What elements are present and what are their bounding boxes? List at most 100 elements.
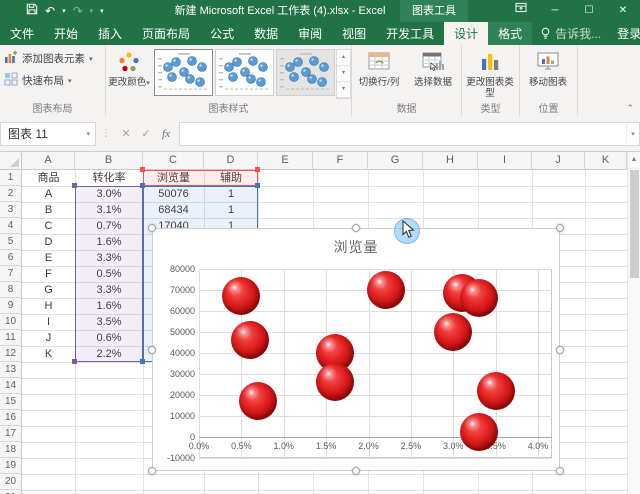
save-icon[interactable] (26, 0, 38, 22)
cell-A11[interactable]: J (22, 330, 75, 346)
bubble-J[interactable] (231, 321, 269, 359)
row-header-17[interactable]: 17 (0, 426, 22, 442)
row-header-14[interactable]: 14 (0, 378, 22, 394)
minimize-icon[interactable]: ─ (538, 0, 572, 22)
row-header-9[interactable]: 9 (0, 298, 22, 314)
column-header-G[interactable]: G (368, 152, 423, 170)
column-header-J[interactable]: J (532, 152, 585, 170)
chart-selection-handle[interactable] (352, 224, 360, 232)
cell-D2[interactable]: 1 (204, 186, 258, 202)
chart-selection-handle[interactable] (148, 224, 156, 232)
column-header-E[interactable]: E (258, 152, 313, 170)
column-header-I[interactable]: I (478, 152, 532, 170)
cell-B9[interactable]: 1.6% (75, 298, 143, 314)
column-header-D[interactable]: D (204, 152, 258, 170)
row-header-6[interactable]: 6 (0, 250, 22, 266)
add-chart-element-button[interactable]: 添加图表元素 ▾ (4, 50, 101, 67)
row-header-11[interactable]: 11 (0, 330, 22, 346)
row-header-19[interactable]: 19 (0, 458, 22, 474)
chart-style-thumbnail-1[interactable] (154, 49, 213, 96)
vertical-scrollbar[interactable]: ▲ (627, 152, 640, 494)
cell-A10[interactable]: I (22, 314, 75, 330)
cell-B10[interactable]: 3.5% (75, 314, 143, 330)
chart-selection-handle[interactable] (556, 467, 564, 475)
cell-C3[interactable]: 68434 (143, 202, 204, 218)
tab-页面布局[interactable]: 页面布局 (132, 22, 200, 45)
bubble-K[interactable] (367, 271, 405, 309)
redo-icon[interactable]: ↷ (73, 0, 83, 22)
cell-B1[interactable]: 转化率 (75, 170, 143, 186)
cell-A5[interactable]: D (22, 234, 75, 250)
chart-title[interactable]: 浏览量 (153, 237, 559, 257)
maximize-icon[interactable]: ☐ (572, 0, 606, 22)
cell-B4[interactable]: 0.7% (75, 218, 143, 234)
row-header-21[interactable]: 21 (0, 490, 22, 494)
close-icon[interactable]: ✕ (606, 0, 640, 22)
row-header-18[interactable]: 18 (0, 442, 22, 458)
bubble-A[interactable] (434, 313, 472, 351)
name-box[interactable]: 图表 11 ▾ (0, 122, 96, 146)
row-header-4[interactable]: 4 (0, 218, 22, 234)
column-header-A[interactable]: A (22, 152, 75, 170)
select-data-button[interactable]: 选择数据 (406, 45, 460, 88)
gallery-more-icon[interactable]: ▾ (337, 82, 350, 98)
cell-D3[interactable]: 1 (204, 202, 258, 218)
cell-B12[interactable]: 2.2% (75, 346, 143, 362)
chart-selection-handle[interactable] (148, 346, 156, 354)
tab-审阅[interactable]: 审阅 (288, 22, 332, 45)
move-chart-button[interactable]: 移动图表 (520, 45, 576, 88)
switch-row-column-button[interactable]: 切换行/列 (352, 45, 406, 88)
column-header-H[interactable]: H (423, 152, 478, 170)
formula-bar-expand-icon[interactable]: ▾ (626, 122, 640, 146)
gallery-down-icon[interactable]: ▾ (337, 66, 350, 82)
redo-caret-icon[interactable]: ▾ (90, 7, 94, 15)
cell-C2[interactable]: 50076 (143, 186, 204, 202)
customize-qat-icon[interactable]: ▾ (100, 7, 104, 15)
tab-格式[interactable]: 格式 (488, 22, 532, 45)
cell-B6[interactable]: 3.3% (75, 250, 143, 266)
bubble-G[interactable] (460, 413, 498, 451)
tab-文件[interactable]: 文件 (0, 22, 44, 45)
bubble-H[interactable] (316, 363, 354, 401)
cell-A2[interactable]: A (22, 186, 75, 202)
change-chart-type-button[interactable]: 更改图表类型 (462, 45, 518, 99)
cell-B2[interactable]: 3.0% (75, 186, 143, 202)
tab-开始[interactable]: 开始 (44, 22, 88, 45)
change-colors-button[interactable]: 更改颜色▾ (106, 45, 152, 89)
cell-B5[interactable]: 1.6% (75, 234, 143, 250)
scroll-up-icon[interactable]: ▲ (628, 152, 640, 169)
column-header-B[interactable]: B (75, 152, 143, 170)
row-header-10[interactable]: 10 (0, 314, 22, 330)
cell-D1[interactable]: 辅助 (204, 170, 258, 186)
bubble-chart[interactable]: 浏览量0.0%0.5%1.0%1.5%2.0%2.5%3.0%3.5%4.0%-… (152, 228, 560, 471)
tab-视图[interactable]: 视图 (332, 22, 376, 45)
tab-开发工具[interactable]: 开发工具 (376, 22, 444, 45)
row-header-7[interactable]: 7 (0, 266, 22, 282)
row-header-1[interactable]: 1 (0, 170, 22, 186)
row-header-15[interactable]: 15 (0, 394, 22, 410)
cell-B3[interactable]: 3.1% (75, 202, 143, 218)
insert-function-icon[interactable]: fx (156, 128, 176, 140)
cell-A9[interactable]: H (22, 298, 75, 314)
row-header-8[interactable]: 8 (0, 282, 22, 298)
cell-B11[interactable]: 0.6% (75, 330, 143, 346)
cell-A6[interactable]: E (22, 250, 75, 266)
column-header-F[interactable]: F (313, 152, 368, 170)
quick-layout-button[interactable]: 快速布局 ▾ (4, 72, 101, 89)
row-header-12[interactable]: 12 (0, 346, 22, 362)
tab-公式[interactable]: 公式 (200, 22, 244, 45)
cell-A8[interactable]: G (22, 282, 75, 298)
cell-B8[interactable]: 3.3% (75, 282, 143, 298)
confirm-entry-icon[interactable]: ✓ (136, 127, 156, 140)
formula-input[interactable] (179, 122, 626, 146)
row-header-3[interactable]: 3 (0, 202, 22, 218)
cell-C1[interactable]: 浏览量 (143, 170, 204, 186)
cancel-entry-icon[interactable]: ✕ (116, 127, 136, 140)
chart-selection-handle[interactable] (556, 224, 564, 232)
bubble-I[interactable] (477, 372, 515, 410)
column-header-C[interactable]: C (143, 152, 204, 170)
chart-selection-handle[interactable] (352, 467, 360, 475)
formula-bar-splitter-icon[interactable]: ⋮ (96, 128, 116, 139)
tab-数据[interactable]: 数据 (244, 22, 288, 45)
cell-A3[interactable]: B (22, 202, 75, 218)
